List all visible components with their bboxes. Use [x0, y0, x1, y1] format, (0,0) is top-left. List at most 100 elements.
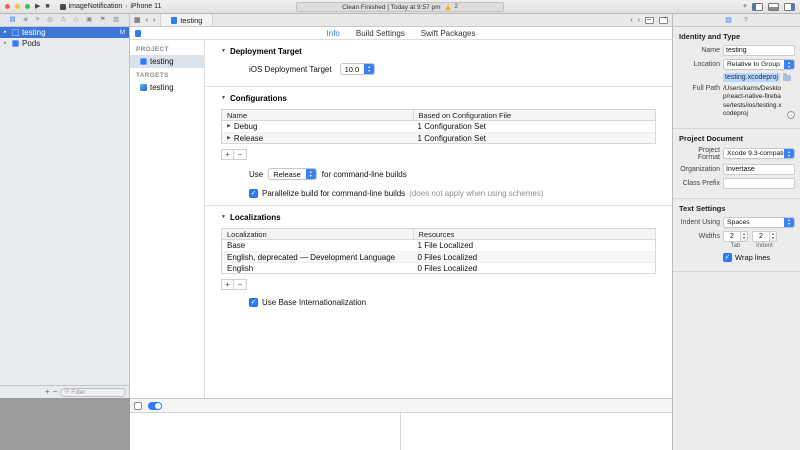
find-navigator-icon[interactable]: ◎ [47, 17, 53, 24]
report-navigator-icon[interactable]: ▥ [113, 17, 119, 24]
name-input[interactable] [726, 47, 792, 54]
class-prefix-label: Class Prefix [678, 180, 720, 187]
breakpoint-navigator-icon[interactable]: ⚑ [100, 17, 106, 24]
tab-swift-packages[interactable]: Swift Packages [421, 29, 476, 38]
add-configuration-button[interactable]: + [221, 149, 234, 160]
disclosure-right-icon[interactable]: ▶ [227, 136, 231, 141]
variables-view-button[interactable] [134, 402, 142, 410]
project-format-popup[interactable]: Xcode 9.3-compatible ▴ ▾ [723, 148, 795, 159]
tab-info[interactable]: Info [327, 29, 340, 38]
table-row[interactable]: ▶ Release 1 Configuration Set [222, 132, 655, 143]
reveal-in-finder-arrow[interactable]: → [787, 111, 795, 119]
add-item-button[interactable]: + [45, 388, 50, 396]
popup-value: Xcode 9.3-compatible [724, 150, 784, 157]
scheme-name[interactable]: imageNotification [69, 3, 123, 10]
wrap-lines-checkbox[interactable]: ✓ [723, 253, 732, 262]
section-deployment-target[interactable]: ▼ Deployment Target [219, 40, 658, 62]
name-row: Name [678, 45, 795, 56]
tab-overview-icon[interactable]: ▦ [134, 17, 141, 24]
project-file-name[interactable]: testing.xcodeproj [723, 73, 780, 82]
add-editor-button[interactable] [659, 17, 668, 24]
name-field[interactable] [723, 45, 795, 56]
disclosure-down-icon[interactable]: ▼ [221, 49, 226, 54]
warning-count-badge[interactable]: 2 [455, 4, 458, 10]
navigator-toggle-button[interactable] [752, 3, 763, 11]
test-navigator-icon[interactable]: ◇ [74, 17, 79, 24]
organization-field[interactable] [723, 164, 795, 175]
window-tab[interactable]: testing [160, 14, 213, 26]
filter-field[interactable]: ◎ [60, 388, 126, 397]
disclosure-triangle-icon[interactable]: ▸ [4, 41, 9, 46]
table-row[interactable]: English, deprecated — Development Langua… [222, 251, 655, 262]
run-button[interactable]: ▶ [35, 3, 40, 10]
class-prefix-input[interactable] [726, 180, 792, 187]
filter-input[interactable] [71, 389, 122, 396]
indent-using-row: Indent Using Spaces ▴ ▾ [678, 217, 795, 228]
library-button[interactable]: + [743, 3, 747, 10]
close-window-button[interactable] [5, 4, 10, 9]
organization-input[interactable] [726, 166, 792, 173]
command-line-config-popup[interactable]: Release ▴ ▾ [268, 168, 317, 180]
remove-localization-button[interactable]: − [234, 279, 247, 290]
tab-back-icon[interactable]: ‹ [630, 17, 632, 24]
quick-help-icon[interactable]: ? [744, 17, 748, 24]
forward-button[interactable]: › [153, 17, 155, 24]
remove-item-button[interactable]: − [53, 388, 58, 396]
down-arrow-icon: ▾ [368, 69, 370, 73]
disclosure-right-icon[interactable]: ▶ [227, 124, 231, 129]
tab-width-stepper[interactable]: 2 ▴ ▾ [723, 231, 748, 242]
file-inspector-icon[interactable]: ▤ [725, 17, 732, 24]
console-toggle-switch[interactable] [148, 402, 162, 410]
filter-icon: ◎ [64, 389, 69, 395]
base-internationalization-label: Use Base Internationalization [262, 298, 366, 307]
tab-width-value[interactable]: 2 [723, 231, 741, 242]
add-localization-button[interactable]: + [221, 279, 234, 290]
tab-build-settings[interactable]: Build Settings [356, 29, 405, 38]
stop-button[interactable]: ■ [45, 3, 49, 10]
navigator-item-testing[interactable]: ▸ testing M [0, 27, 129, 38]
disclosure-down-icon[interactable]: ▼ [221, 96, 226, 101]
adjust-editor-button[interactable] [645, 17, 654, 24]
stepper-arrows-icon[interactable]: ▴ ▾ [741, 231, 748, 242]
debug-navigator-icon[interactable]: ▣ [86, 17, 92, 24]
parallelize-checkbox[interactable]: ✓ [249, 189, 258, 198]
base-internationalization-checkbox[interactable]: ✓ [249, 298, 258, 307]
minimize-window-button[interactable] [15, 4, 20, 9]
class-prefix-field[interactable] [723, 178, 795, 189]
name-label: Name [678, 47, 720, 54]
choose-location-folder-icon[interactable] [783, 75, 791, 81]
inspector-toggle-button[interactable] [784, 3, 795, 11]
down-arrow-icon: ▾ [788, 222, 790, 226]
stepper-arrows-icon[interactable]: ▴ ▾ [770, 231, 777, 242]
project-navigator-icon[interactable]: ▤ [10, 17, 16, 24]
indent-using-popup[interactable]: Spaces ▴ ▾ [723, 217, 795, 228]
tab-forward-icon[interactable]: › [638, 17, 640, 24]
use-label: Use [249, 170, 263, 179]
full-path-row: Full Path /Users/kams/Desktop/react-nati… [678, 85, 795, 119]
indent-width-stepper[interactable]: 2 ▴ ▾ [752, 231, 777, 242]
disclosure-triangle-icon[interactable]: ▸ [4, 30, 9, 35]
section-configurations[interactable]: ▼ Configurations [219, 87, 658, 109]
scheme-selector[interactable]: imageNotification › iPhone 11 [60, 3, 162, 10]
disclosure-down-icon[interactable]: ▼ [221, 215, 226, 220]
source-control-navigator-icon[interactable]: ◈ [23, 17, 28, 24]
navigator-item-pods[interactable]: ▸ Pods [0, 38, 129, 49]
target-item[interactable]: testing [130, 81, 204, 94]
deployment-target-popup[interactable]: 10.0 ▴ ▾ [340, 63, 376, 75]
issue-navigator-icon[interactable]: ⚠ [60, 17, 66, 24]
debug-bar [130, 398, 672, 413]
table-row[interactable]: Base 1 File Localized [222, 240, 655, 251]
back-button[interactable]: ‹ [146, 17, 148, 24]
remove-configuration-button[interactable]: − [234, 149, 247, 160]
indent-width-value[interactable]: 2 [752, 231, 770, 242]
zoom-window-button[interactable] [25, 4, 30, 9]
project-item[interactable]: testing [130, 55, 204, 68]
section-localizations[interactable]: ▼ Localizations [219, 206, 658, 228]
debug-split-divider[interactable] [400, 413, 401, 450]
table-row[interactable]: ▶ Debug 1 Configuration Set [222, 121, 655, 132]
debug-area-toggle-button[interactable] [768, 3, 779, 11]
run-destination[interactable]: iPhone 11 [130, 3, 161, 10]
symbol-navigator-icon[interactable]: ≡ [36, 17, 40, 24]
table-row[interactable]: English 0 Files Localized [222, 262, 655, 273]
location-popup[interactable]: Relative to Group ▴ ▾ [723, 59, 795, 70]
